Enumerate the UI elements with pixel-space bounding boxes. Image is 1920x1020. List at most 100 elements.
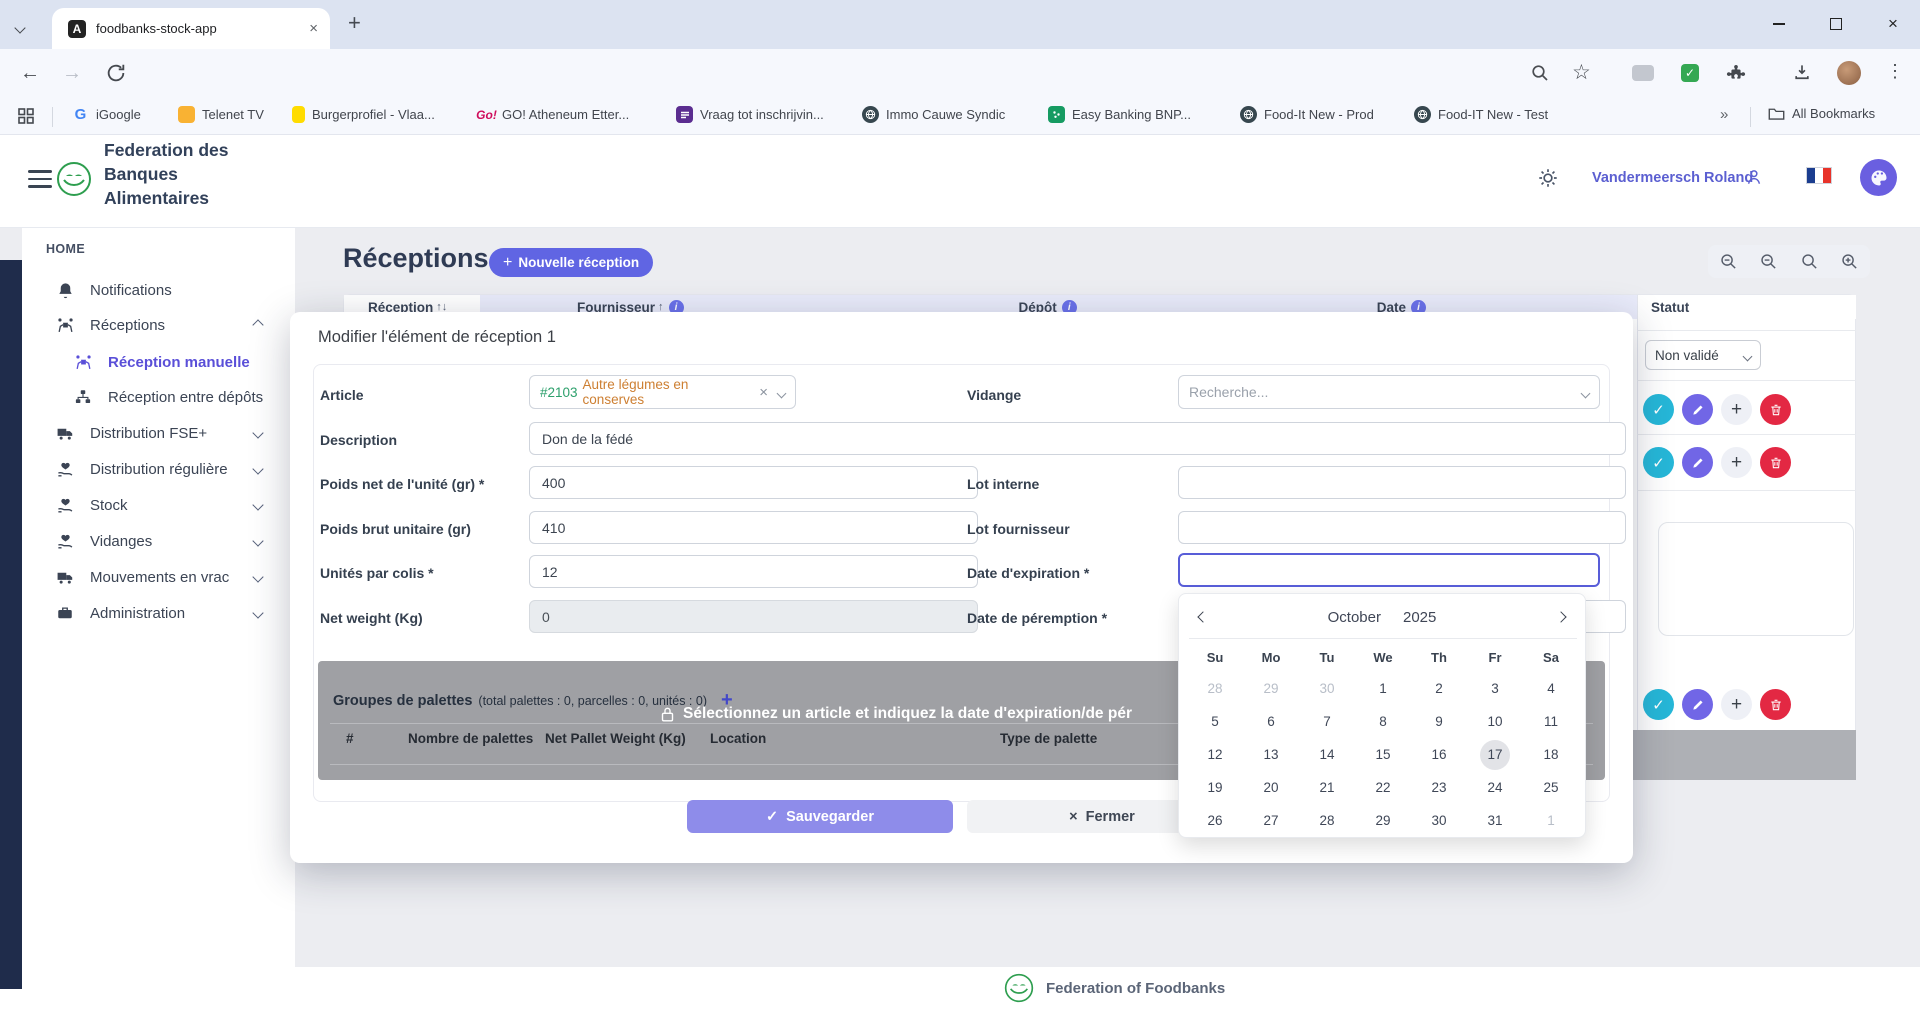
calendar-day[interactable]: 6 — [1243, 705, 1299, 738]
bookmark-telenet[interactable]: Telenet TV — [178, 106, 264, 123]
calendar-day[interactable]: 28 — [1187, 672, 1243, 705]
calendar-day[interactable]: 22 — [1355, 771, 1411, 804]
add-button[interactable]: + — [1721, 689, 1752, 720]
bookmark-foodit-prod[interactable]: Food-It New - Prod — [1240, 106, 1374, 123]
article-select[interactable]: #2103 Autre légumes en conserves × — [529, 375, 796, 409]
chevron-down-icon[interactable] — [1582, 385, 1589, 400]
calendar-day[interactable]: 8 — [1355, 705, 1411, 738]
dimmed-extension-icon[interactable] — [1632, 65, 1654, 81]
calendar-day[interactable]: 28 — [1299, 804, 1355, 837]
calendar-day[interactable]: 30 — [1299, 672, 1355, 705]
bookmark-foodit-test[interactable]: Food-IT New - Test — [1414, 106, 1548, 123]
date-expiration-input[interactable] — [1178, 553, 1600, 587]
chevron-down-icon[interactable] — [778, 385, 785, 400]
sidebar-item-administration[interactable]: Administration — [56, 599, 268, 627]
back-icon[interactable]: ← — [20, 62, 40, 85]
calendar-day[interactable]: 5 — [1187, 705, 1243, 738]
checker-extension-icon[interactable]: ✓ — [1681, 64, 1699, 82]
calendar-month[interactable]: October — [1328, 609, 1381, 626]
status-select[interactable]: Non validé — [1645, 340, 1761, 370]
calendar-day[interactable]: 12 — [1187, 738, 1243, 771]
theme-palette-button[interactable] — [1860, 159, 1897, 196]
lot-interne-input[interactable] — [1178, 466, 1626, 499]
poids-net-input[interactable] — [529, 466, 978, 499]
delete-button[interactable] — [1760, 447, 1791, 478]
calendar-day[interactable]: 17 — [1467, 738, 1523, 771]
vidange-select[interactable]: Recherche... — [1178, 375, 1600, 409]
sidebar-item-receptions[interactable]: Réceptions — [56, 311, 268, 339]
calendar-day[interactable]: 1 — [1523, 804, 1579, 837]
sidebar-item-distribution-fse[interactable]: Distribution FSE+ — [56, 419, 268, 447]
calendar-day[interactable]: 16 — [1411, 738, 1467, 771]
zoom-out-icon[interactable] — [1759, 252, 1778, 271]
sidebar-item-mouvements[interactable]: Mouvements en vrac — [56, 563, 268, 591]
validate-button[interactable]: ✓ — [1643, 689, 1674, 720]
sidebar-item-reception-manuelle[interactable]: Réception manuelle — [74, 348, 274, 376]
calendar-day[interactable]: 3 — [1467, 672, 1523, 705]
calendar-day[interactable]: 15 — [1355, 738, 1411, 771]
forward-icon[interactable]: → — [62, 62, 82, 85]
sidebar-item-vidanges[interactable]: Vidanges — [56, 527, 268, 555]
calendar-day[interactable]: 10 — [1467, 705, 1523, 738]
zoom-out-icon[interactable] — [1719, 252, 1738, 271]
edit-button[interactable] — [1682, 689, 1713, 720]
search-icon[interactable] — [1800, 252, 1819, 271]
edit-button[interactable] — [1682, 394, 1713, 425]
clear-icon[interactable]: × — [759, 384, 768, 401]
calendar-day[interactable]: 14 — [1299, 738, 1355, 771]
calendar-day[interactable]: 4 — [1523, 672, 1579, 705]
downloads-icon[interactable] — [1792, 62, 1812, 82]
save-button[interactable]: ✓ Sauvegarder — [687, 800, 953, 833]
calendar-day[interactable]: 25 — [1523, 771, 1579, 804]
calendar-day[interactable]: 18 — [1523, 738, 1579, 771]
browser-tab[interactable]: A foodbanks-stock-app × — [52, 8, 330, 49]
bookmark-easy-banking[interactable]: Easy Banking BNP... — [1048, 106, 1191, 123]
calendar-day[interactable]: 23 — [1411, 771, 1467, 804]
sidebar-item-notifications[interactable]: Notifications — [56, 276, 268, 304]
calendar-day[interactable]: 26 — [1187, 804, 1243, 837]
calendar-day[interactable]: 20 — [1243, 771, 1299, 804]
tab-close-icon[interactable]: × — [309, 20, 318, 37]
all-bookmarks-button[interactable]: All Bookmarks — [1768, 106, 1875, 121]
validate-button[interactable]: ✓ — [1643, 447, 1674, 478]
description-input[interactable] — [529, 422, 1626, 455]
calendar-day[interactable]: 9 — [1411, 705, 1467, 738]
bookmark-immo[interactable]: Immo Cauwe Syndic — [862, 106, 1005, 123]
delete-button[interactable] — [1760, 689, 1791, 720]
calendar-day[interactable]: 27 — [1243, 804, 1299, 837]
calendar-day[interactable]: 31 — [1467, 804, 1523, 837]
calendar-day[interactable]: 19 — [1187, 771, 1243, 804]
reload-icon[interactable] — [105, 62, 127, 84]
new-reception-button[interactable]: + Nouvelle réception — [489, 248, 653, 277]
bookmark-burgerprofiel[interactable]: Burgerprofiel - Vlaa... — [292, 106, 435, 123]
hamburger-menu-icon[interactable] — [28, 170, 52, 188]
calendar-prev-icon[interactable] — [1195, 604, 1211, 630]
sidebar-item-distribution-reguliere[interactable]: Distribution régulière — [56, 455, 268, 483]
sidebar-item-stock[interactable]: Stock — [56, 491, 268, 519]
calendar-day[interactable]: 13 — [1243, 738, 1299, 771]
calendar-day[interactable]: 29 — [1243, 672, 1299, 705]
add-button[interactable]: + — [1721, 394, 1752, 425]
calendar-day[interactable]: 7 — [1299, 705, 1355, 738]
person-icon[interactable] — [1744, 167, 1764, 187]
theme-sun-icon[interactable] — [1537, 167, 1559, 189]
calendar-day[interactable]: 30 — [1411, 804, 1467, 837]
window-minimize-button[interactable] — [1765, 10, 1793, 38]
bookmark-go-atheneum[interactable]: Go! GO! Atheneum Etter... — [478, 106, 629, 123]
apps-grid-icon[interactable] — [18, 108, 34, 124]
calendar-day[interactable]: 2 — [1411, 672, 1467, 705]
browser-menu-icon[interactable]: ⋮ — [1886, 61, 1904, 82]
bookmark-star-icon[interactable]: ☆ — [1572, 60, 1591, 85]
calendar-year[interactable]: 2025 — [1403, 609, 1436, 626]
delete-button[interactable] — [1760, 394, 1791, 425]
window-maximize-button[interactable] — [1822, 10, 1850, 38]
validate-button[interactable]: ✓ — [1643, 394, 1674, 425]
tab-search-chevron-icon[interactable] — [16, 19, 24, 37]
bookmark-vraag[interactable]: Vraag tot inschrijvin... — [676, 106, 824, 123]
lot-fournisseur-input[interactable] — [1178, 511, 1626, 544]
calendar-day[interactable]: 11 — [1523, 705, 1579, 738]
calendar-day[interactable]: 21 — [1299, 771, 1355, 804]
language-flag-fr[interactable] — [1806, 167, 1832, 184]
poids-brut-input[interactable] — [529, 511, 978, 544]
zoom-in-icon[interactable] — [1840, 252, 1859, 271]
